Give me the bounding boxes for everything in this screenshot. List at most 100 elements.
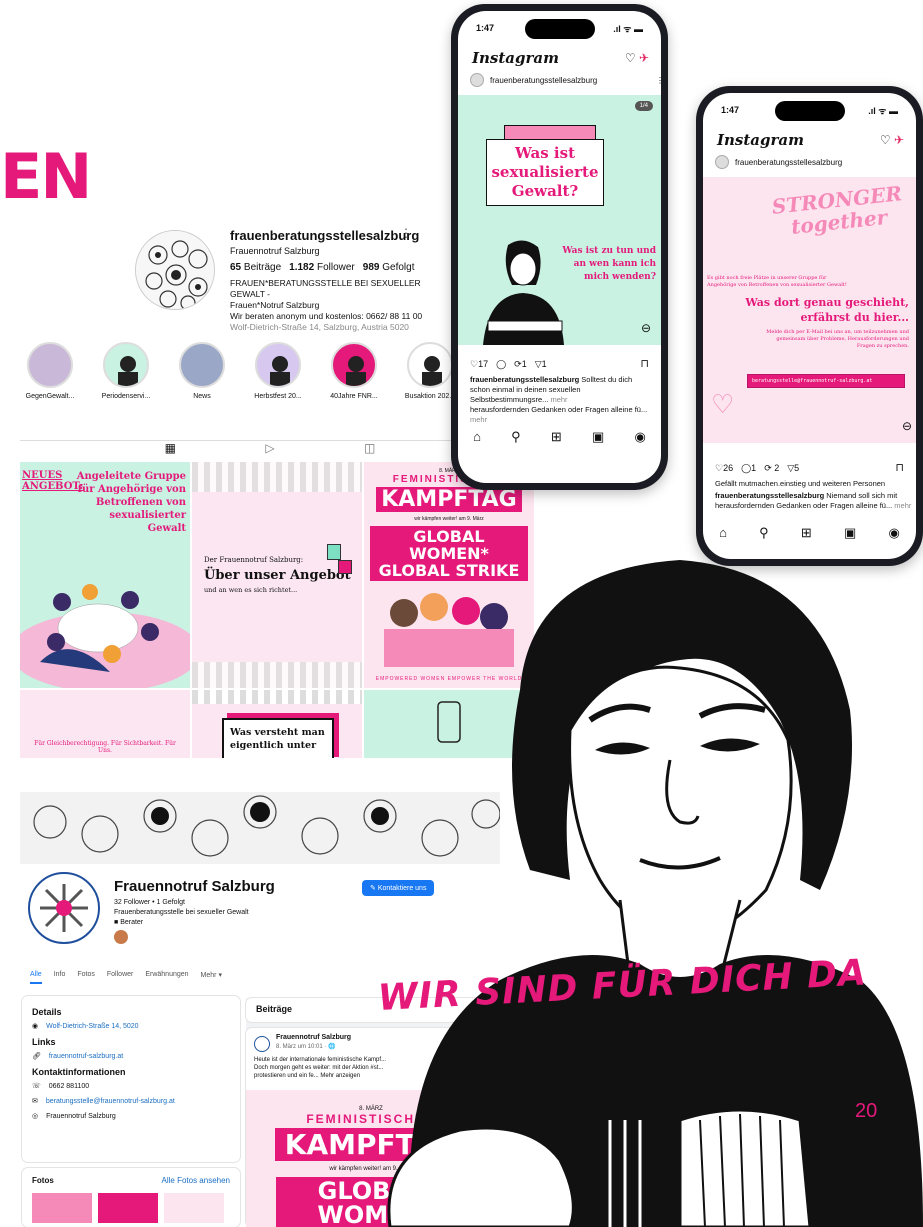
post-image[interactable]: STRONGER together Es gibt noch freie Plä… bbox=[703, 177, 916, 443]
all-photos-link[interactable]: Alle Fotos ansehen bbox=[162, 1176, 231, 1185]
next-arrow-icon[interactable]: ⊖ bbox=[641, 321, 651, 335]
facebook-avatar[interactable] bbox=[28, 872, 100, 944]
bottom-nav: ⌂ ⚲ ⊞ ▣ ◉ bbox=[703, 525, 916, 541]
post-caption: frauenberatungsstellesalzburg Solltest d… bbox=[470, 375, 648, 424]
messenger-icon: ◎ bbox=[32, 1113, 39, 1120]
profile-stats: 65 Beiträge 1.182 Follower 989 Gefolgt bbox=[230, 262, 414, 273]
link-icon: 🔗︎ bbox=[32, 1053, 41, 1060]
facebook-page-name: Frauennotruf Salzburg bbox=[114, 878, 275, 895]
story-highlight[interactable]: News bbox=[172, 342, 232, 400]
page-number: 20 bbox=[855, 1100, 878, 1122]
add-post-icon[interactable]: ⊞ bbox=[801, 525, 812, 541]
post-caption: frauenberatungsstellesalzburg Niemand so… bbox=[715, 491, 912, 510]
comment-icon[interactable]: ◯1 bbox=[741, 463, 756, 474]
repost-icon[interactable]: ⟳ 2 bbox=[764, 463, 779, 474]
bookmark-icon[interactable]: ⊓ bbox=[895, 461, 904, 474]
tab-info[interactable]: Info bbox=[54, 971, 66, 984]
profile-subtitle: Frauennotruf Salzburg bbox=[230, 246, 320, 256]
phone-icon: ☏ bbox=[32, 1083, 41, 1090]
bottom-nav: ⌂ ⚲ ⊞ ▣ ◉ bbox=[458, 429, 661, 445]
tab-followers[interactable]: Follower bbox=[107, 971, 133, 984]
tab-photos[interactable]: Fotos bbox=[77, 971, 95, 984]
facebook-tabs: Alle Info Fotos Follower Erwähnungen Meh… bbox=[30, 971, 222, 984]
more-options-icon[interactable]: ⋮ bbox=[400, 226, 412, 240]
photo-thumb[interactable] bbox=[98, 1193, 158, 1223]
reels-icon[interactable]: ▣ bbox=[592, 429, 604, 445]
facebook-followers[interactable]: 32 Follower • 1 Gefolgt bbox=[114, 898, 185, 907]
location-icon: ◉ bbox=[32, 1023, 39, 1030]
profile-username: frauenberatungsstellesalzburg bbox=[230, 228, 420, 243]
like-icon[interactable]: ♡17 bbox=[470, 359, 488, 370]
facebook-role: ■ Berater bbox=[114, 919, 144, 926]
stat-posts[interactable]: 65 Beiträge bbox=[230, 262, 281, 273]
post-actions: ♡26 ◯1 ⟳ 2 ▽5 bbox=[715, 463, 799, 474]
grid-tab-icon[interactable]: ▦ bbox=[165, 441, 176, 460]
reels-icon[interactable]: ▣ bbox=[844, 525, 856, 541]
question-text: Was ist sexualisierte Gewalt? bbox=[486, 139, 604, 206]
search-icon[interactable]: ⚲ bbox=[511, 429, 521, 445]
home-icon[interactable]: ⌂ bbox=[719, 525, 727, 541]
photo-thumb[interactable] bbox=[32, 1193, 92, 1223]
instagram-logo[interactable]: Instagram bbox=[472, 49, 559, 67]
repost-icon[interactable]: ⟳1 bbox=[514, 359, 527, 370]
status-time: 1:47 bbox=[721, 105, 740, 115]
grid-post[interactable]: Was versteht man eigentlich unter bbox=[192, 690, 362, 758]
heart-icon[interactable]: ♡ bbox=[880, 133, 891, 147]
reels-tab-icon[interactable]: ▷ bbox=[265, 441, 274, 460]
comment-icon[interactable]: ◯ bbox=[496, 359, 506, 370]
post-account[interactable]: frauenberatungsstellesalzburg bbox=[715, 155, 842, 169]
share-icon[interactable]: ▽5 bbox=[787, 463, 799, 474]
side-text: Was ist zu tun und an wen kann ich mich … bbox=[562, 246, 656, 282]
stat-followers[interactable]: 1.182 Follower bbox=[289, 262, 355, 273]
like-icon[interactable]: ♡26 bbox=[715, 463, 733, 474]
mail-icon: ✉ bbox=[32, 1098, 38, 1105]
photo-thumb[interactable] bbox=[164, 1193, 224, 1223]
profile-avatar[interactable] bbox=[135, 230, 215, 310]
add-post-icon[interactable]: ⊞ bbox=[551, 429, 562, 445]
tab-more[interactable]: Mehr ▾ bbox=[201, 971, 222, 984]
slide-counter: 1/4 bbox=[634, 101, 653, 111]
woman-illustration bbox=[483, 240, 564, 345]
tagged-tab-icon[interactable]: ◫ bbox=[364, 441, 375, 460]
details-panel: Details ◉ Wolf-Dietrich-Straße 14, 5020 L… bbox=[22, 996, 240, 1162]
phone-mockup-1: 1:47 .ıl ᯤ ▬ Instagram ♡ ✈ frauenberatun… bbox=[451, 4, 668, 490]
headline-fragment: EN bbox=[0, 140, 92, 213]
phone-mockup-2: 1:47 .ıl ᯤ ▬ Instagram ♡ ✈ frauenberatun… bbox=[696, 86, 923, 566]
grid-post[interactable]: NEUES ANGEBOT: Angeleitete Gruppe für An… bbox=[20, 462, 190, 688]
header-icons: ♡ ✈ bbox=[880, 133, 904, 147]
post-actions: ♡17 ◯ ⟳1 ▽1 bbox=[470, 359, 547, 370]
story-highlight[interactable]: 40Jahre FNR... bbox=[324, 342, 384, 400]
mini-avatar[interactable] bbox=[114, 930, 128, 944]
profile-icon[interactable]: ◉ bbox=[889, 525, 900, 541]
search-icon[interactable]: ⚲ bbox=[759, 525, 769, 541]
profile-icon[interactable]: ◉ bbox=[635, 429, 646, 445]
grid-post[interactable]: Für Gleichberechtigung. Für Sichtbarkeit… bbox=[20, 690, 190, 758]
story-highlight[interactable]: Herbstfest 20... bbox=[248, 342, 308, 400]
tab-all[interactable]: Alle bbox=[30, 971, 42, 984]
instagram-logo[interactable]: Instagram bbox=[717, 131, 804, 149]
status-icons: .ıl ᯤ ▬ bbox=[613, 24, 643, 34]
photos-panel: Fotos Alle Fotos ansehen bbox=[22, 1168, 240, 1227]
liked-by: Gefällt mutmachen.einstieg und weiteren … bbox=[715, 479, 886, 488]
profile-address: Wolf-Dietrich-Straße 14, Salzburg, Austr… bbox=[230, 322, 409, 332]
email-button[interactable]: beratungsstelle@frauennotruf-salzburg.at bbox=[747, 374, 905, 388]
send-icon[interactable]: ✈ bbox=[639, 51, 649, 65]
heart-icon[interactable]: ♡ bbox=[625, 51, 636, 65]
bookmark-icon[interactable]: ⊓ bbox=[640, 357, 649, 370]
send-icon[interactable]: ✈ bbox=[894, 133, 904, 147]
story-highlight[interactable]: GegenGewalt... bbox=[20, 342, 80, 400]
stat-following[interactable]: 989 Gefolgt bbox=[363, 262, 415, 273]
post-account[interactable]: frauenberatungsstellesalzburg ⋮ bbox=[470, 73, 661, 87]
next-arrow-icon[interactable]: ⊖ bbox=[902, 419, 912, 433]
status-icons: .ıl ᯤ ▬ bbox=[868, 106, 898, 116]
profile-bio: FRAUEN*BERATUNGSSTELLE BEI SEXUELLER GEW… bbox=[230, 278, 440, 333]
home-icon[interactable]: ⌂ bbox=[473, 429, 481, 445]
header-icons: ♡ ✈ bbox=[625, 51, 649, 65]
grid-post[interactable]: Der Frauennotruf Salzburg: Über unser An… bbox=[192, 462, 362, 688]
story-highlights: GegenGewalt... Periodenservi... News Her… bbox=[20, 342, 460, 400]
tab-mentions[interactable]: Erwähnungen bbox=[145, 971, 188, 984]
story-highlight[interactable]: Periodenservi... bbox=[96, 342, 156, 400]
post-image[interactable]: 1/4 Was ist sexualisierte Gewalt? Was is… bbox=[458, 95, 661, 345]
banner-title: STRONGER together bbox=[770, 181, 904, 239]
share-icon[interactable]: ▽1 bbox=[535, 359, 547, 370]
